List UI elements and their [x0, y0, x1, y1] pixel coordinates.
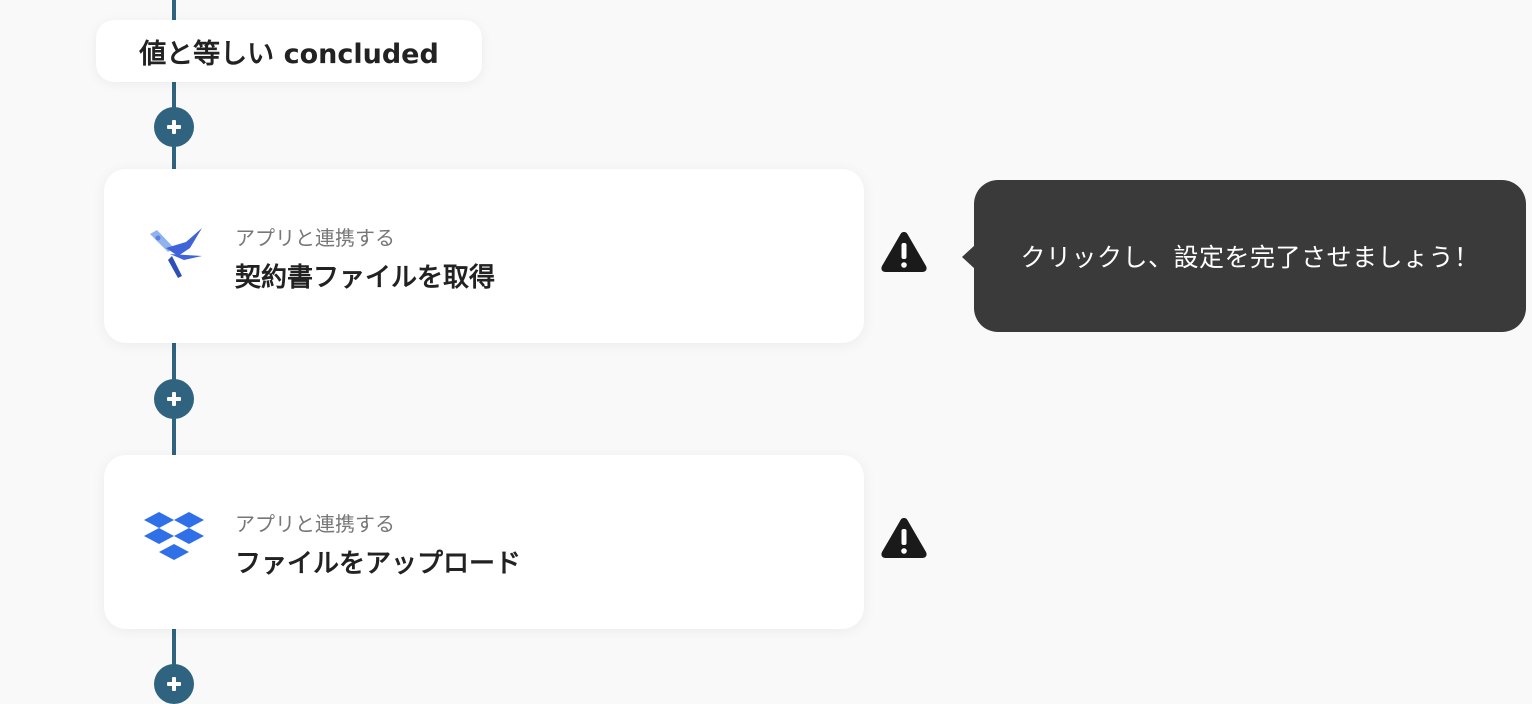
step-subtitle: アプリと連携する [235, 226, 395, 250]
condition-label: 値と等しい concluded [139, 38, 439, 70]
step-card-get-contract-file[interactable]: アプリと連携する 契約書ファイルを取得 [104, 169, 864, 343]
add-step-button[interactable] [154, 664, 194, 704]
step-title: 契約書ファイルを取得 [235, 263, 496, 293]
plus-icon [167, 677, 181, 691]
warning-icon[interactable] [880, 230, 928, 274]
cloudsign-swallow-icon [150, 228, 202, 278]
step-subtitle: アプリと連携する [235, 512, 395, 536]
dropbox-icon [144, 512, 204, 560]
add-step-button[interactable] [154, 379, 194, 419]
warning-icon[interactable] [880, 516, 928, 560]
step-title: ファイルをアップロード [235, 549, 522, 579]
condition-node[interactable]: 値と等しい concluded [96, 20, 482, 82]
plus-icon [167, 392, 181, 406]
tooltip-text: クリックし、設定を完了させましょう！ [1020, 243, 1480, 272]
step-card-upload-file[interactable]: アプリと連携する ファイルをアップロード [104, 455, 864, 629]
plus-icon [167, 120, 181, 134]
flow-connector-top [172, 0, 176, 20]
add-step-button[interactable] [154, 107, 194, 147]
setup-tooltip: クリックし、設定を完了させましょう！ [974, 180, 1526, 332]
